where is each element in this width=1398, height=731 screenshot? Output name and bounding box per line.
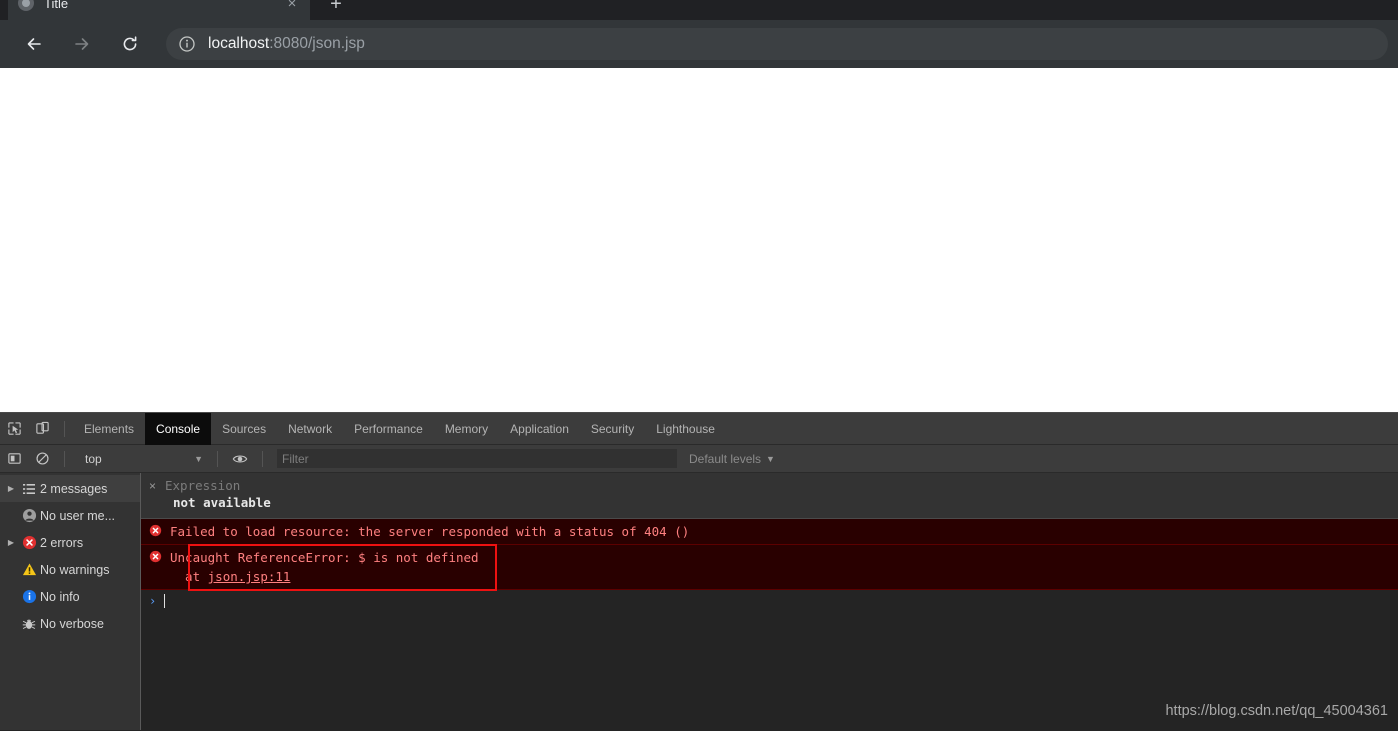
reload-icon [123,36,137,51]
tab-performance[interactable]: Performance [343,413,434,445]
tab-console[interactable]: Console [145,412,212,445]
devtools-panel: Elements Console Sources Network Perform… [0,412,1398,731]
tab-strip: Title × + [0,0,1398,20]
sidebar-item-warnings[interactable]: No warnings [0,556,140,583]
error-icon [149,550,162,563]
warning-icon [18,562,40,577]
error-icon [149,524,162,537]
sidebar-item-label: No info [40,589,80,604]
info-icon [18,589,40,604]
page-favicon [18,0,34,11]
console-error-text: Failed to load resource: the server resp… [170,524,690,539]
sidebar-item-label: No user me... [40,508,116,523]
browser-toolbar: localhost:8080/json.jsp [0,20,1398,68]
log-levels-select[interactable]: Default levels ▼ [689,452,775,466]
sidebar-item-errors[interactable]: ▶ 2 errors [0,529,140,556]
close-icon[interactable]: × [149,478,165,494]
inspect-element-icon [7,422,21,435]
console-error-detail-text: Uncaught ReferenceError: $ is not define… [170,548,479,586]
chevron-down-icon: ▼ [766,453,775,464]
live-expression-value: not available [173,495,271,510]
new-tab-button[interactable]: + [322,0,350,18]
prompt-chevron-icon: › [149,594,157,608]
back-button[interactable] [17,27,51,61]
clear-console-button[interactable] [28,446,56,472]
user-message-icon [18,508,40,523]
console-sidebar-toggle-icon [7,453,21,464]
console-sidebar-toggle-button[interactable] [0,446,28,472]
execution-context-value: top [85,451,102,466]
url-host: localhost [208,35,270,52]
live-expression-placeholder: Expression [165,478,241,493]
live-expression-button[interactable] [226,446,254,472]
info-circle-icon[interactable] [178,35,196,53]
live-expression-row[interactable]: × Expression not available [141,473,1398,519]
console-error-message[interactable]: Failed to load resource: the server resp… [141,519,1398,545]
live-expression-eye-icon [232,454,248,463]
forward-button[interactable] [65,27,99,61]
page-viewport [0,68,1398,412]
sidebar-item-info[interactable]: No info [0,583,140,610]
filterbar-divider-3 [262,450,263,467]
device-toolbar-button[interactable] [28,416,56,442]
back-arrow-icon [27,38,41,50]
sidebar-item-label: No warnings [40,562,110,577]
list-icon [18,482,40,496]
address-bar[interactable]: localhost:8080/json.jsp [166,28,1388,60]
inspect-element-button[interactable] [0,416,28,442]
sidebar-item-verbose[interactable]: No verbose [0,610,140,637]
toolbar-divider [64,420,65,437]
reload-button[interactable] [113,27,147,61]
filterbar-divider-2 [217,450,218,467]
console-body: ▶ 2 messages No user me... ▶ 2 errors No… [0,473,1398,730]
verbose-bug-icon [18,617,40,631]
expand-arrow-icon[interactable]: ▶ [4,484,18,493]
log-levels-label: Default levels [689,451,762,466]
tab-memory[interactable]: Memory [434,413,499,445]
console-prompt[interactable]: › [141,590,1398,612]
close-icon[interactable]: × [284,0,300,11]
sidebar-item-label: 2 messages [40,481,108,496]
tab-security[interactable]: Security [580,413,645,445]
error-icon [18,535,40,550]
browser-window: Title × + localhost:8080/json.jsp Elemen… [0,0,1398,731]
expand-arrow-icon[interactable]: ▶ [4,538,18,547]
tab-lighthouse[interactable]: Lighthouse [645,413,726,445]
tab-title: Title [44,0,69,11]
console-error-message-detail[interactable]: Uncaught ReferenceError: $ is not define… [141,545,1398,590]
watermark: https://blog.csdn.net/qq_45004361 [1165,703,1388,719]
sidebar-item-user-messages[interactable]: No user me... [0,502,140,529]
tab-elements[interactable]: Elements [73,413,145,445]
device-toolbar-icon [35,421,49,434]
clear-console-icon [35,452,49,465]
sidebar-item-label: 2 errors [40,535,84,550]
sidebar-item-label: No verbose [40,616,104,631]
browser-tab[interactable]: Title × [8,0,310,20]
url-path: :8080/json.jsp [269,35,365,52]
address-bar-url: localhost:8080/json.jsp [208,35,365,53]
console-filter-input[interactable] [277,449,677,468]
forward-arrow-icon [75,38,89,50]
sidebar-item-messages[interactable]: ▶ 2 messages [0,475,140,502]
tab-application[interactable]: Application [499,413,580,445]
console-sidebar: ▶ 2 messages No user me... ▶ 2 errors No… [0,473,141,730]
tab-network[interactable]: Network [277,413,343,445]
stack-source-link[interactable]: json.jsp:11 [208,569,291,584]
filterbar-divider-1 [64,450,65,467]
error-message: Uncaught ReferenceError: $ is not define… [170,550,479,565]
chevron-down-icon: ▼ [194,453,203,464]
tab-sources[interactable]: Sources [211,413,277,445]
text-cursor [164,594,166,608]
devtools-tabbar: Elements Console Sources Network Perform… [0,412,1398,445]
console-filter-bar: top ▼ Default levels ▼ [0,445,1398,473]
console-message-list: × Expression not available Failed to loa… [141,473,1398,730]
execution-context-select[interactable]: top ▼ [79,449,209,469]
stack-prefix: at [170,569,208,584]
